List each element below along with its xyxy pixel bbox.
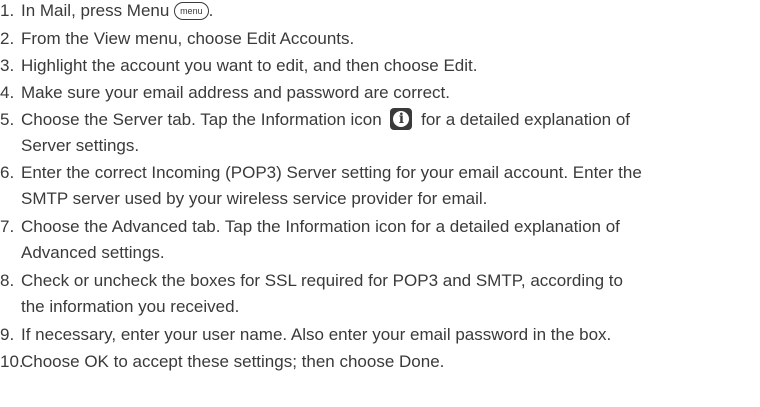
step-text-continued: Advanced settings. <box>21 243 165 262</box>
step-text-end: . <box>208 1 214 20</box>
step-4: 4. Make sure your email address and passw… <box>0 80 450 106</box>
step-number: 8. <box>0 271 15 290</box>
step-text: Enter the correct Incoming (POP3) Server… <box>21 163 642 182</box>
step-text-continued: Server settings. <box>21 136 140 155</box>
step-text-continued: SMTP server used by your wireless servic… <box>21 189 488 208</box>
step-text-continued: the information you received. <box>21 297 240 316</box>
step-text: From the View menu, choose Edit Accounts… <box>21 29 355 48</box>
step-number: 5. <box>0 110 15 129</box>
step-8: 8. Check or uncheck the boxes for SSL req… <box>0 268 623 320</box>
step-text-end: for a detailed explanation of <box>416 110 631 129</box>
step-1: 1. In Mail, press Menu menu. <box>0 0 213 24</box>
instruction-list: 1. In Mail, press Menu menu. 2. From the V… <box>0 0 760 407</box>
step-text: Check or uncheck the boxes for SSL requi… <box>21 271 623 290</box>
step-text: Highlight the account you want to edit, … <box>21 56 478 75</box>
step-text: In Mail, press Menu <box>21 1 175 20</box>
step-number: 10. <box>0 352 24 371</box>
step-text: If necessary, enter your user name. Also… <box>21 325 612 344</box>
step-number: 1. <box>0 1 15 20</box>
step-text: Choose the Advanced tab. Tap the Informa… <box>21 217 620 236</box>
step-6: 6. Enter the correct Incoming (POP3) Serv… <box>0 160 642 212</box>
step-5: 5. Choose the Server tab. Tap the Informa… <box>0 107 630 159</box>
step-text: Choose the Server tab. Tap the Informati… <box>21 110 387 129</box>
step-text: Choose OK to accept these settings; then… <box>21 352 445 371</box>
step-10: 10.Choose OK to accept these settings; t… <box>0 349 444 375</box>
step-number: 3. <box>0 56 15 75</box>
step-number: 6. <box>0 163 15 182</box>
step-number: 9. <box>0 325 15 344</box>
step-number: 7. <box>0 217 15 236</box>
menu-key-icon: menu <box>174 1 209 20</box>
step-number: 4. <box>0 83 15 102</box>
information-icon <box>390 107 413 130</box>
step-text: Make sure your email address and passwor… <box>21 83 450 102</box>
step-9: 9. If necessary, enter your user name. Al… <box>0 322 611 348</box>
step-7: 7. Choose the Advanced tab. Tap the Infor… <box>0 214 620 266</box>
step-number: 2. <box>0 29 15 48</box>
step-3: 3. Highlight the account you want to edit… <box>0 53 477 79</box>
step-2: 2. From the View menu, choose Edit Accoun… <box>0 26 354 52</box>
